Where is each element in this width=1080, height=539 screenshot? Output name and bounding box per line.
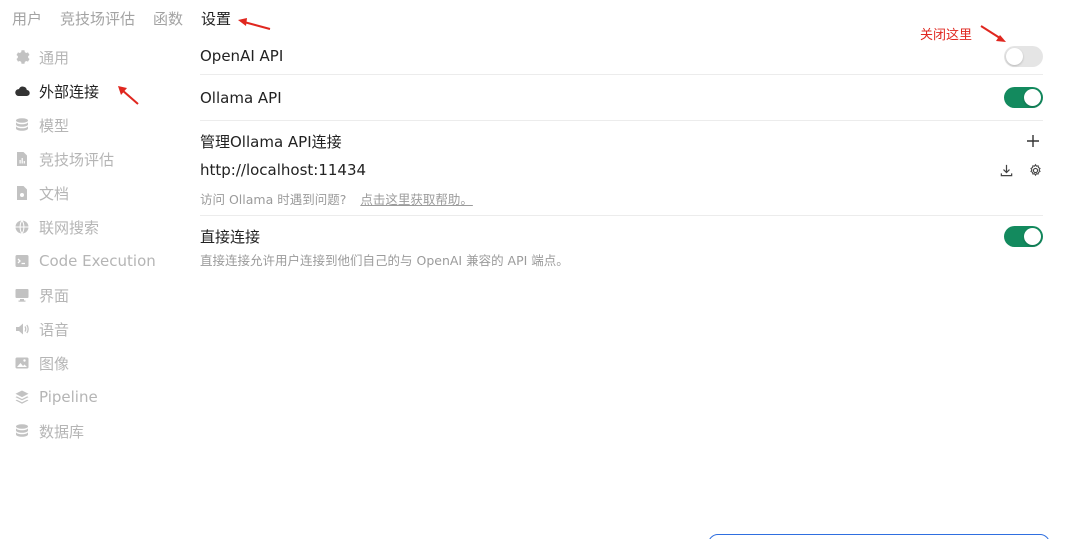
sidebar-item-documents[interactable]: 文档 xyxy=(14,176,184,210)
ollama-url: http://localhost:11434 xyxy=(200,161,367,179)
connection-settings-button[interactable] xyxy=(1028,163,1043,178)
manage-ollama-header-row: 管理Ollama API连接 xyxy=(200,121,1043,161)
sidebar-item-interface[interactable]: 界面 xyxy=(14,278,184,312)
sidebar-item-arena-evaluation[interactable]: 竞技场评估 xyxy=(14,142,184,176)
help-link[interactable]: 点击这里获取帮助。 xyxy=(360,192,473,207)
document-icon xyxy=(14,185,30,201)
database-icon xyxy=(14,117,30,133)
ollama-api-row: Ollama API xyxy=(200,75,1043,120)
sidebar-item-label: 图像 xyxy=(39,354,70,373)
direct-connection-label: 直接连接 xyxy=(200,227,261,246)
sidebar-item-voice[interactable]: 语音 xyxy=(14,312,184,346)
gear-icon xyxy=(14,49,30,65)
ollama-api-toggle[interactable] xyxy=(1004,87,1043,108)
ollama-help-row: 访问 Ollama 时遇到问题? 点击这里获取帮助。 xyxy=(200,191,1043,209)
annotation-close-here: 关闭这里 xyxy=(920,28,973,43)
openai-api-toggle[interactable] xyxy=(1004,45,1043,67)
download-model-button[interactable] xyxy=(999,163,1014,178)
connection-actions xyxy=(999,163,1043,178)
sidebar-item-label: Code Execution xyxy=(39,252,156,270)
sidebar-item-database[interactable]: 数据库 xyxy=(14,414,184,448)
top-tab-bar: 用户 竞技场评估 函数 设置 xyxy=(12,8,231,30)
cloud-icon xyxy=(14,83,30,99)
monitor-icon xyxy=(14,287,30,303)
bottom-input-box[interactable] xyxy=(708,534,1050,539)
download-icon xyxy=(1000,164,1013,176)
connections-panel: OpenAI API Ollama API 管理Ollama API连接 htt… xyxy=(200,40,1043,269)
sidebar-item-label: 通用 xyxy=(39,48,70,67)
tab-settings[interactable]: 设置 xyxy=(201,8,231,30)
sidebar-item-label: 外部连接 xyxy=(39,82,100,101)
direct-connection-toggle[interactable] xyxy=(1004,225,1043,247)
manage-ollama-title: 管理Ollama API连接 xyxy=(200,132,342,151)
sidebar-item-label: 界面 xyxy=(39,286,70,305)
plus-icon xyxy=(1027,135,1039,147)
tab-functions[interactable]: 函数 xyxy=(153,8,183,30)
add-connection-button[interactable] xyxy=(1023,131,1043,151)
database-icon xyxy=(14,423,30,439)
sidebar-item-label: 联网搜索 xyxy=(39,218,100,237)
sidebar-item-web-search[interactable]: 联网搜索 xyxy=(14,210,184,244)
tab-arena-evaluation[interactable]: 竞技场评估 xyxy=(60,8,135,30)
sidebar-item-pipeline[interactable]: Pipeline xyxy=(14,380,184,414)
arrow-annotation xyxy=(238,18,271,30)
sidebar-item-external-connections[interactable]: 外部连接 xyxy=(14,74,184,108)
sidebar-item-label: Pipeline xyxy=(39,388,98,406)
settings-page: 用户 竞技场评估 函数 设置 通用 外部连接 模型 竞技场评估 文档 联网搜索 … xyxy=(0,0,1080,539)
sidebar-item-models[interactable]: 模型 xyxy=(14,108,184,142)
sidebar-item-label: 语音 xyxy=(39,320,70,339)
toggle-knob xyxy=(1006,47,1023,65)
openai-api-label: OpenAI API xyxy=(200,47,284,65)
sidebar-item-label: 模型 xyxy=(39,116,70,135)
sidebar-item-label: 文档 xyxy=(39,184,70,203)
gear-icon xyxy=(1030,163,1041,176)
toggle-knob xyxy=(1024,89,1041,106)
toggle-knob xyxy=(1024,227,1041,245)
speaker-icon xyxy=(14,321,30,337)
globe-icon xyxy=(14,219,30,235)
ollama-api-label: Ollama API xyxy=(200,88,282,107)
image-icon xyxy=(14,355,30,371)
help-text: 访问 Ollama 时遇到问题? xyxy=(200,192,347,207)
sidebar-item-images[interactable]: 图像 xyxy=(14,346,184,380)
document-chart-icon xyxy=(14,151,30,167)
sidebar-item-code-execution[interactable]: Code Execution xyxy=(14,244,184,278)
ollama-connection-row: http://localhost:11434 xyxy=(200,161,1043,179)
terminal-icon xyxy=(14,253,30,269)
settings-sidebar: 通用 外部连接 模型 竞技场评估 文档 联网搜索 Code Execution … xyxy=(14,40,184,448)
sidebar-item-label: 竞技场评估 xyxy=(39,150,115,169)
layers-icon xyxy=(14,389,30,405)
sidebar-item-label: 数据库 xyxy=(39,422,85,441)
openai-api-row: OpenAI API xyxy=(200,40,1043,72)
direct-connection-row: 直接连接 xyxy=(200,216,1043,256)
sidebar-item-general[interactable]: 通用 xyxy=(14,40,184,74)
tab-users[interactable]: 用户 xyxy=(12,8,42,30)
